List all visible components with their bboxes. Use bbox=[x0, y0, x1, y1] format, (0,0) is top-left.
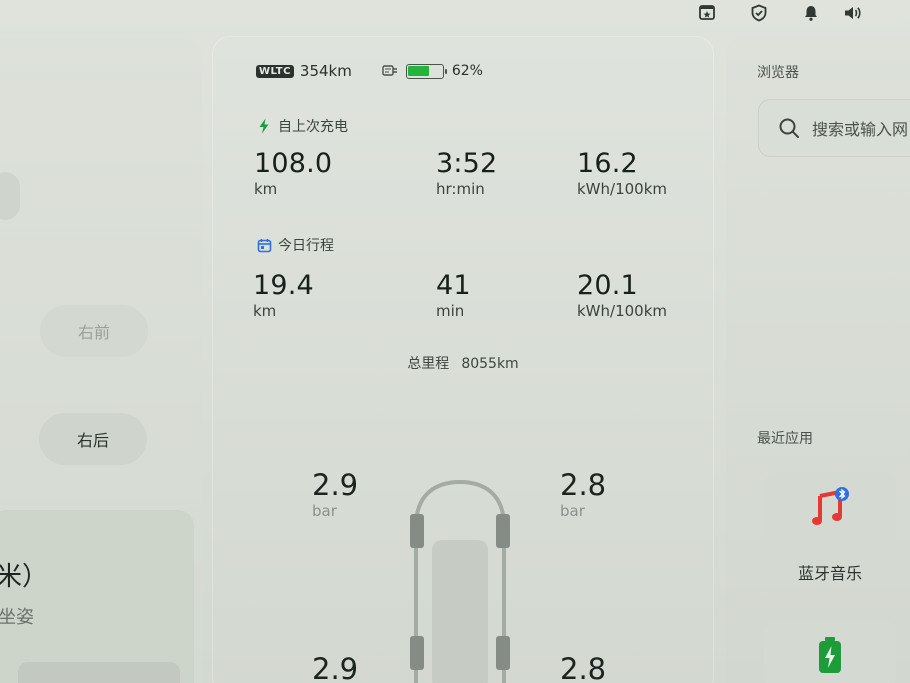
tire-front-left-unit: bar bbox=[312, 502, 337, 520]
today-duration: 41 min bbox=[436, 270, 471, 320]
since-charge-duration: 3:52 hr:min bbox=[436, 148, 497, 198]
battery-percent: 62% bbox=[451, 63, 483, 79]
odometer-value: 8055km bbox=[461, 356, 519, 372]
recent-apps-title: 最近应用 bbox=[757, 431, 813, 447]
screen-badge-icon[interactable] bbox=[696, 2, 718, 24]
tire-rear-left: 2.9 bbox=[312, 652, 358, 683]
range-value: 354km bbox=[299, 62, 352, 80]
odometer-label: 总里程 bbox=[407, 356, 450, 372]
charging-plug-icon bbox=[382, 64, 400, 78]
today-trip-title: 今日行程 bbox=[256, 235, 334, 255]
tire-rear-right-value: 2.8 bbox=[560, 652, 607, 683]
browser-title: 浏览器 bbox=[757, 65, 799, 81]
since-charge-duration-value: 3:52 bbox=[436, 148, 498, 179]
since-charge-consumption: 16.2 kWh/100km bbox=[577, 148, 667, 198]
today-duration-unit: min bbox=[436, 302, 465, 320]
lightning-icon bbox=[256, 118, 272, 134]
bell-icon[interactable] bbox=[800, 2, 822, 24]
today-duration-value: 41 bbox=[436, 270, 471, 301]
today-consumption-value: 20.1 bbox=[577, 270, 638, 301]
app-bluetooth-music-label: 蓝牙音乐 bbox=[797, 564, 862, 583]
tire-front-left-value: 2.9 bbox=[312, 468, 359, 502]
search-placeholder: 搜索或输入网 bbox=[812, 120, 909, 139]
rear-right-button[interactable]: 右后 bbox=[39, 413, 147, 465]
today-trip-label: 今日行程 bbox=[278, 238, 334, 254]
bluetooth-music-icon bbox=[812, 487, 849, 525]
screen: 右前 右后 米） 坐姿 WLTC 354km 62% 自上次充电 108.0 k bbox=[0, 0, 910, 683]
since-charge-duration-unit: hr:min bbox=[436, 180, 485, 198]
volume-icon[interactable] bbox=[842, 2, 864, 24]
app-battery[interactable] bbox=[764, 620, 896, 683]
app-bluetooth-music[interactable] bbox=[764, 473, 896, 543]
search-icon bbox=[779, 118, 799, 138]
status-bar bbox=[650, 0, 910, 28]
apps-panel: 浏览器 搜索或输入网 最近应用 蓝牙音乐 bbox=[726, 36, 910, 683]
vehicle-status-panel: WLTC 354km 62% 自上次充电 108.0 km 3:52 hr:mi… bbox=[212, 36, 714, 683]
seat-card-button[interactable] bbox=[18, 662, 180, 683]
battery-fill bbox=[408, 66, 429, 76]
seat-position-card[interactable]: 米） 坐姿 bbox=[0, 510, 194, 683]
range-battery-row: WLTC 354km 62% bbox=[256, 62, 483, 80]
tire-rear-left-value: 2.9 bbox=[312, 652, 359, 683]
today-consumption: 20.1 kWh/100km bbox=[577, 270, 667, 320]
tire-front-right-value: 2.8 bbox=[560, 468, 607, 502]
since-charge-label: 自上次充电 bbox=[278, 119, 348, 135]
today-distance-value: 19.4 bbox=[253, 270, 314, 301]
battery-charging-icon bbox=[819, 637, 841, 673]
since-charge-distance-value: 108.0 bbox=[254, 148, 333, 179]
tire-front-right-unit: bar bbox=[560, 502, 585, 520]
tire-front-right: 2.8 bar bbox=[560, 468, 606, 520]
since-charge-title: 自上次充电 bbox=[256, 116, 348, 136]
car-top-view-icon bbox=[408, 476, 512, 683]
wltc-badge: WLTC bbox=[256, 64, 294, 78]
today-consumption-unit: kWh/100km bbox=[577, 302, 668, 320]
today-distance-unit: km bbox=[253, 302, 277, 320]
tire-rear-right: 2.8 bbox=[560, 652, 606, 683]
today-distance: 19.4 km bbox=[253, 270, 314, 320]
battery-indicator bbox=[405, 63, 447, 79]
seat-card-subtitle: 坐姿 bbox=[0, 607, 34, 628]
calendar-icon bbox=[256, 237, 272, 253]
shield-check-icon[interactable] bbox=[748, 2, 770, 24]
seat-card-title: 米） bbox=[0, 562, 49, 592]
since-charge-consumption-unit: kWh/100km bbox=[577, 180, 668, 198]
front-right-button[interactable]: 右前 bbox=[40, 305, 148, 357]
tire-front-left: 2.9 bar bbox=[312, 468, 358, 520]
browser-search-input[interactable]: 搜索或输入网 bbox=[758, 99, 910, 157]
since-charge-distance: 108.0 km bbox=[254, 148, 332, 198]
since-charge-distance-unit: km bbox=[254, 180, 278, 198]
since-charge-consumption-value: 16.2 bbox=[577, 148, 638, 179]
control-knob[interactable] bbox=[0, 172, 20, 220]
odometer: 总里程 8055km bbox=[212, 353, 714, 373]
